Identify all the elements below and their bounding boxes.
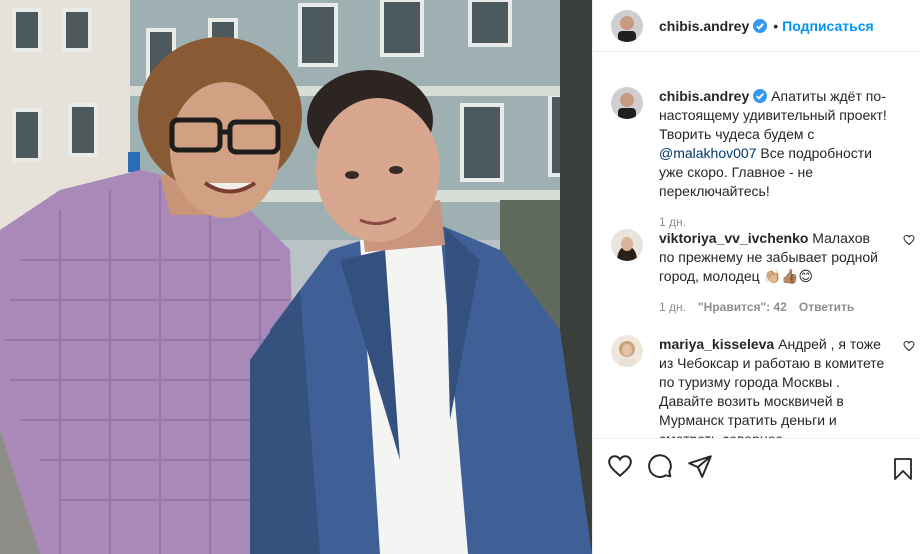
comment-button[interactable]: [647, 453, 687, 481]
comment-item: mariya_kisseleva Андрей , я тоже из Чебо…: [593, 335, 920, 438]
avatar-image: [611, 229, 643, 261]
caption-time[interactable]: 1 дн.: [659, 215, 686, 229]
author-username[interactable]: chibis.andrey: [659, 18, 749, 34]
heart-icon: [608, 455, 632, 478]
reply-button[interactable]: Ответить: [799, 300, 854, 314]
verified-badge-icon: [753, 89, 768, 103]
commenter-username[interactable]: mariya_kisseleva: [659, 336, 774, 352]
follow-button[interactable]: Подписаться: [782, 18, 874, 34]
avatar-image: [611, 9, 643, 42]
post-photo[interactable]: [0, 0, 592, 554]
comment-text: viktoriya_vv_ivchenko Малахов по прежнем…: [659, 229, 887, 286]
post-caption: chibis.andrey Апатиты ждёт по-настоящему…: [593, 87, 920, 229]
paper-plane-icon: [688, 455, 712, 478]
comment-likes[interactable]: "Нравится": 42: [698, 300, 787, 314]
author-avatar[interactable]: [611, 9, 643, 42]
commenter-avatar[interactable]: [611, 335, 643, 367]
caption-text: chibis.andrey Апатиты ждёт по-настоящему…: [659, 87, 887, 201]
comment-like-heart-icon[interactable]: [903, 234, 915, 246]
comment-like-heart-icon[interactable]: [903, 340, 915, 352]
comments-list[interactable]: chibis.andrey Апатиты ждёт по-настоящему…: [593, 53, 920, 438]
comment-text: mariya_kisseleva Андрей , я тоже из Чебо…: [659, 335, 887, 438]
photo-illustration: [0, 0, 592, 554]
share-button[interactable]: [687, 453, 727, 481]
post-header: chibis.andrey • Подписаться: [593, 0, 920, 52]
caption-avatar[interactable]: [611, 87, 643, 119]
comment-meta: 1 дн. "Нравится": 42 Ответить: [659, 300, 887, 314]
post-actions-bar: [593, 438, 920, 498]
comment-item: viktoriya_vv_ivchenko Малахов по прежнем…: [593, 229, 920, 314]
post-side-panel: chibis.andrey • Подписаться chibis.andre…: [592, 0, 920, 554]
verified-badge-icon: [753, 18, 768, 33]
bookmark-icon[interactable]: [891, 457, 915, 481]
caption-meta: 1 дн.: [659, 215, 887, 229]
caption-mention[interactable]: @malakhov007: [659, 145, 757, 161]
avatar-image: [611, 87, 643, 119]
like-button[interactable]: [607, 453, 647, 481]
comment-icon: [648, 454, 672, 478]
caption-username[interactable]: chibis.andrey: [659, 88, 749, 104]
instagram-post: chibis.andrey • Подписаться chibis.andre…: [0, 0, 920, 554]
avatar-image: [611, 335, 643, 367]
commenter-avatar[interactable]: [611, 229, 643, 261]
header-separator: •: [773, 17, 779, 34]
comment-time[interactable]: 1 дн.: [659, 300, 686, 314]
commenter-username[interactable]: viktoriya_vv_ivchenko: [659, 230, 808, 246]
